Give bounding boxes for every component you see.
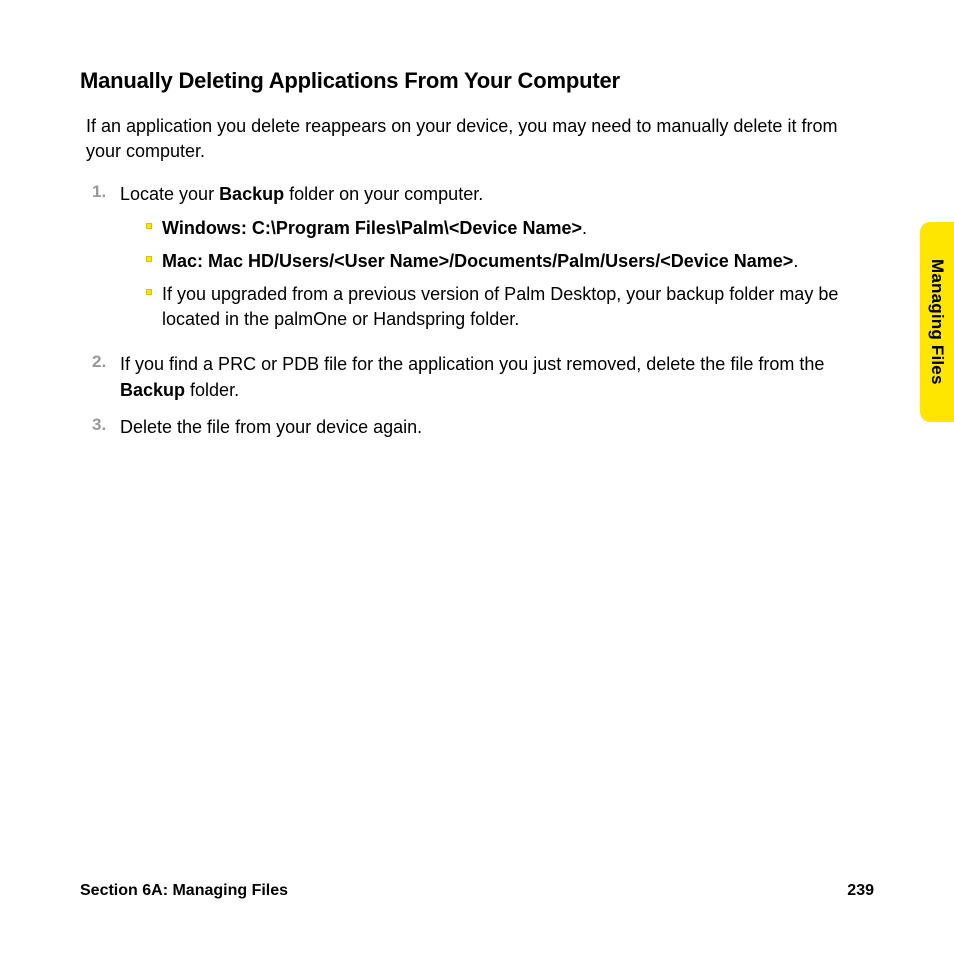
steps-list: 1. Locate your Backup folder on your com… bbox=[80, 182, 874, 440]
step-body: Delete the file from your device again. bbox=[120, 415, 874, 440]
intro-paragraph: If an application you delete reappears o… bbox=[80, 114, 874, 164]
page-number: 239 bbox=[847, 882, 874, 900]
sub-item: Windows: C:\Program Files\Palm\<Device N… bbox=[146, 216, 874, 241]
square-bullet-icon bbox=[146, 282, 162, 332]
sub-bold: Mac: Mac HD/Users/<User Name>/Documents/… bbox=[162, 251, 793, 271]
step-bold: Backup bbox=[219, 184, 284, 204]
step-bold: Backup bbox=[120, 380, 185, 400]
side-tab-label: Managing Files bbox=[927, 259, 947, 385]
step-item: 1. Locate your Backup folder on your com… bbox=[92, 182, 874, 340]
step-body: If you find a PRC or PDB file for the ap… bbox=[120, 352, 874, 402]
step-text-post: folder. bbox=[185, 380, 239, 400]
document-page: Manually Deleting Applications From Your… bbox=[0, 0, 954, 954]
square-bullet-icon bbox=[146, 216, 162, 241]
sub-item: If you upgraded from a previous version … bbox=[146, 282, 874, 332]
step-item: 2. If you find a PRC or PDB file for the… bbox=[92, 352, 874, 402]
step-number: 2. bbox=[92, 352, 120, 402]
sub-item-text: If you upgraded from a previous version … bbox=[162, 282, 874, 332]
step-number: 1. bbox=[92, 182, 120, 340]
square-bullet-icon bbox=[146, 249, 162, 274]
sub-item: Mac: Mac HD/Users/<User Name>/Documents/… bbox=[146, 249, 874, 274]
step-text-post: folder on your computer. bbox=[284, 184, 483, 204]
sub-list: Windows: C:\Program Files\Palm\<Device N… bbox=[120, 216, 874, 333]
step-text: If you find a PRC or PDB file for the ap… bbox=[120, 354, 824, 374]
sub-tail: . bbox=[582, 218, 587, 238]
page-heading: Manually Deleting Applications From Your… bbox=[80, 68, 874, 94]
page-footer: Section 6A: Managing Files 239 bbox=[80, 882, 874, 900]
step-text: Delete the file from your device again. bbox=[120, 417, 422, 437]
section-side-tab: Managing Files bbox=[920, 222, 954, 422]
sub-item-text: Windows: C:\Program Files\Palm\<Device N… bbox=[162, 216, 874, 241]
sub-tail: . bbox=[793, 251, 798, 271]
sub-bold: Windows: C:\Program Files\Palm\<Device N… bbox=[162, 218, 582, 238]
step-number: 3. bbox=[92, 415, 120, 440]
step-item: 3. Delete the file from your device agai… bbox=[92, 415, 874, 440]
step-text: Locate your bbox=[120, 184, 219, 204]
footer-section-label: Section 6A: Managing Files bbox=[80, 882, 288, 900]
sub-item-text: Mac: Mac HD/Users/<User Name>/Documents/… bbox=[162, 249, 874, 274]
step-body: Locate your Backup folder on your comput… bbox=[120, 182, 874, 340]
